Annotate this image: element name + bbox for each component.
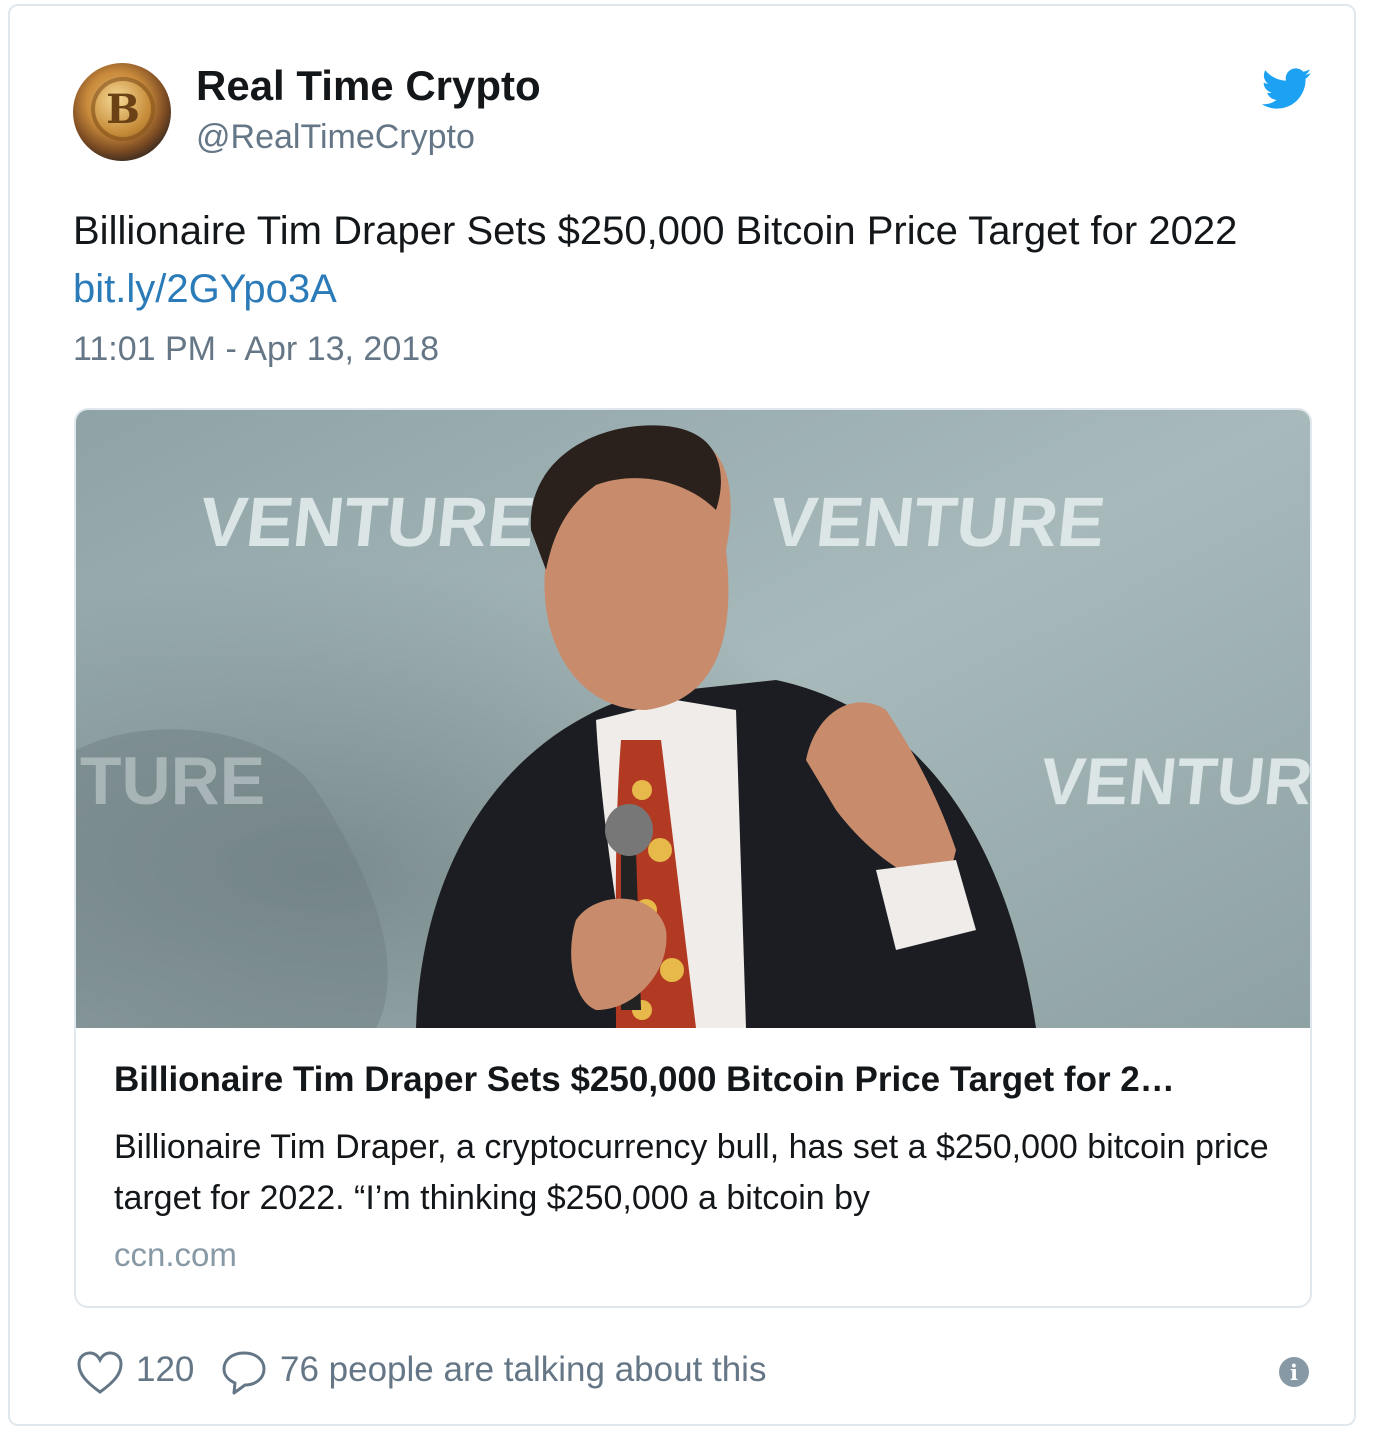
avatar[interactable]: B — [73, 63, 171, 161]
embedded-tweet: B Real Time Crypto @RealTimeCrypto Billi… — [8, 4, 1356, 1426]
tweet-timestamp[interactable]: 11:01 PM - Apr 13, 2018 — [73, 330, 439, 369]
backdrop-word: VENTURE — [196, 482, 539, 561]
display-name[interactable]: Real Time Crypto — [196, 62, 541, 110]
card-photo-graphic: VENTURE VENTURE TURE VENTURE — [76, 410, 1310, 1028]
speech-bubble-icon[interactable] — [220, 1348, 268, 1396]
info-icon[interactable]: i — [1279, 1357, 1309, 1387]
bitcoin-coin-icon: B — [91, 77, 155, 141]
handle[interactable]: @RealTimeCrypto — [196, 118, 475, 157]
tweet-link[interactable]: bit.ly/2GYpo3A — [73, 267, 337, 311]
card-title[interactable]: Billionaire Tim Draper Sets $250,000 Bit… — [114, 1060, 1274, 1100]
heart-icon[interactable] — [76, 1350, 124, 1396]
backdrop-word: VENTURE — [766, 482, 1109, 561]
twitter-bird-icon[interactable] — [1262, 68, 1312, 110]
like-count[interactable]: 120 — [136, 1350, 194, 1390]
card-photo: VENTURE VENTURE TURE VENTURE — [76, 410, 1310, 1028]
tweet-text: Billionaire Tim Draper Sets $250,000 Bit… — [73, 202, 1303, 318]
backdrop-word: VENTURE — [1037, 745, 1310, 819]
card-description: Billionaire Tim Draper, a cryptocurrency… — [114, 1128, 1269, 1217]
tweet-body: Billionaire Tim Draper Sets $250,000 Bit… — [73, 209, 1238, 253]
talking-count[interactable]: 76 people are talking about this — [280, 1350, 766, 1390]
link-card[interactable]: VENTURE VENTURE TURE VENTURE Billionaire… — [74, 408, 1312, 1308]
card-domain: ccn.com — [114, 1236, 237, 1273]
